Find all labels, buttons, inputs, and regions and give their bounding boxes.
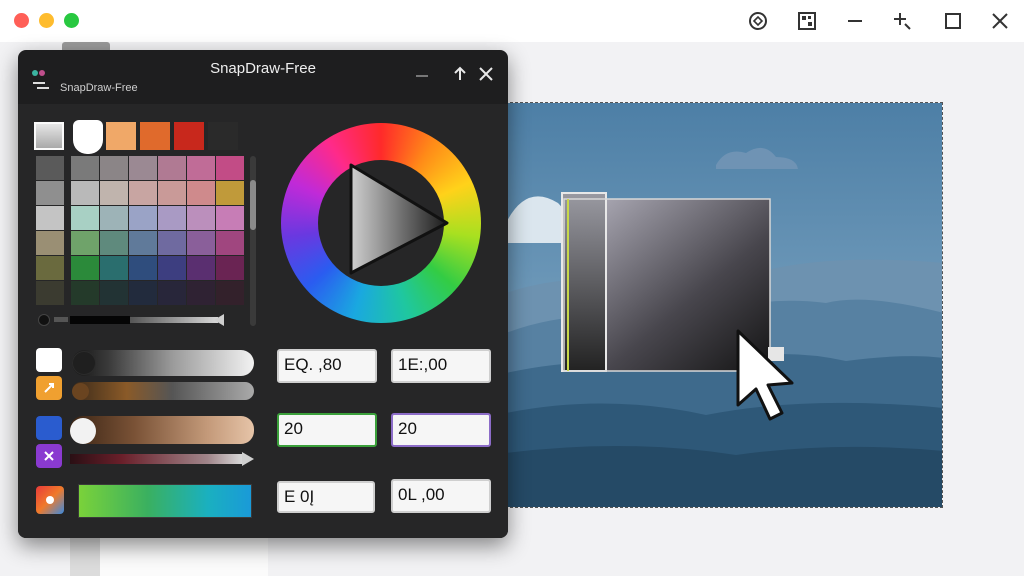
hue-wheel[interactable]: [281, 123, 481, 323]
bottom-panel-light: [100, 538, 268, 576]
value-field-5[interactable]: E 0Į: [277, 481, 375, 513]
color-preview-blue[interactable]: [36, 416, 62, 440]
value-field-2[interactable]: 1E:,00: [391, 349, 491, 383]
dialog-subtitle: SnapDraw-Free: [60, 82, 138, 94]
app-titlebar: [0, 0, 1024, 42]
close-icon[interactable]: [476, 64, 496, 84]
warmth-slider-knob[interactable]: [72, 383, 89, 400]
swatch-white-selected[interactable]: [73, 120, 103, 154]
close-icon[interactable]: [987, 8, 1013, 34]
minimize-icon[interactable]: [412, 64, 432, 84]
swatch-dark[interactable]: [208, 122, 238, 150]
color-mixer-icon[interactable]: [36, 486, 64, 514]
qr-icon[interactable]: [794, 8, 820, 34]
warmth-slider[interactable]: [72, 382, 254, 400]
close-window-button[interactable]: [14, 13, 29, 28]
value-field-1[interactable]: EQ. ,80: [277, 349, 377, 383]
image-canvas[interactable]: [505, 102, 943, 508]
maximize-icon[interactable]: [940, 8, 966, 34]
swatch-red[interactable]: [174, 122, 204, 150]
value-field-3[interactable]: 20: [277, 413, 377, 447]
gradient-preview-bar[interactable]: [78, 484, 252, 518]
transform-icon[interactable]: [36, 444, 62, 468]
bottom-panel: [70, 538, 100, 576]
lightness-slider[interactable]: [72, 350, 254, 376]
dialog-title: SnapDraw-Free: [210, 60, 316, 77]
palette-scroll-thumb[interactable]: [250, 180, 256, 230]
color-palette-grid[interactable]: [36, 156, 262, 305]
expand-icon[interactable]: [450, 64, 470, 84]
lightness-slider-knob[interactable]: [72, 351, 96, 375]
minimize-window-button[interactable]: [39, 13, 54, 28]
color-preview-white[interactable]: [36, 348, 62, 372]
value-field-4[interactable]: 20: [391, 413, 491, 447]
swatch-orange[interactable]: [140, 122, 170, 150]
minimize-icon[interactable]: [842, 8, 868, 34]
opacity-slider[interactable]: [70, 452, 256, 466]
swatch-gray[interactable]: [34, 122, 64, 150]
palette-brightness-slider[interactable]: [38, 314, 224, 326]
zoom-window-button[interactable]: [64, 13, 79, 28]
value-field-6[interactable]: 0L ,00: [391, 479, 491, 513]
tone-slider[interactable]: [70, 416, 254, 444]
eyedropper-icon[interactable]: [36, 376, 62, 400]
color-picker-dialog: SnapDraw-Free SnapDraw-Free EQ. ,80 1E:,…: [18, 50, 508, 538]
tone-slider-knob[interactable]: [70, 418, 96, 444]
swatch-peach[interactable]: [106, 122, 136, 150]
extension-icon[interactable]: [745, 8, 771, 34]
pin-icon[interactable]: [889, 8, 915, 34]
